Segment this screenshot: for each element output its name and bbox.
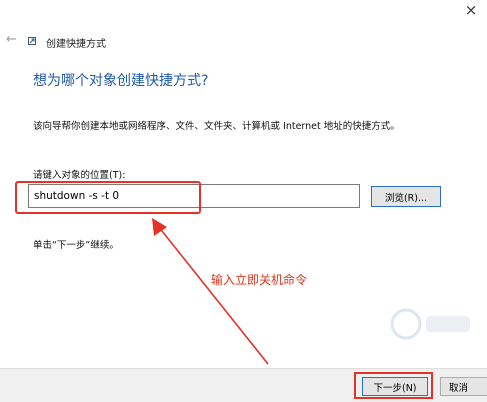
watermark-logo — [390, 308, 470, 340]
back-arrow-icon[interactable]: ← — [6, 32, 17, 47]
highlight-box-next — [354, 372, 433, 399]
wizard-description: 该向导帮你创建本地或网络程序、文件、文件夹、计算机或 Internet 地址的快… — [33, 121, 400, 132]
page-heading: 想为哪个对象创建快捷方式? — [33, 73, 209, 89]
cancel-button[interactable]: 取消 — [440, 377, 487, 396]
window-title: 创建快捷方式 — [46, 39, 106, 50]
highlight-box-input — [15, 181, 201, 214]
browse-button[interactable]: 浏览(R)... — [371, 186, 441, 207]
close-icon[interactable]: × — [463, 2, 479, 18]
shortcut-icon — [28, 37, 36, 45]
continue-hint: 单击“下一步”继续。 — [33, 240, 119, 251]
location-label: 请键入对象的位置(T): — [33, 170, 126, 181]
annotation-text: 输入立即关机命令 — [211, 273, 308, 287]
